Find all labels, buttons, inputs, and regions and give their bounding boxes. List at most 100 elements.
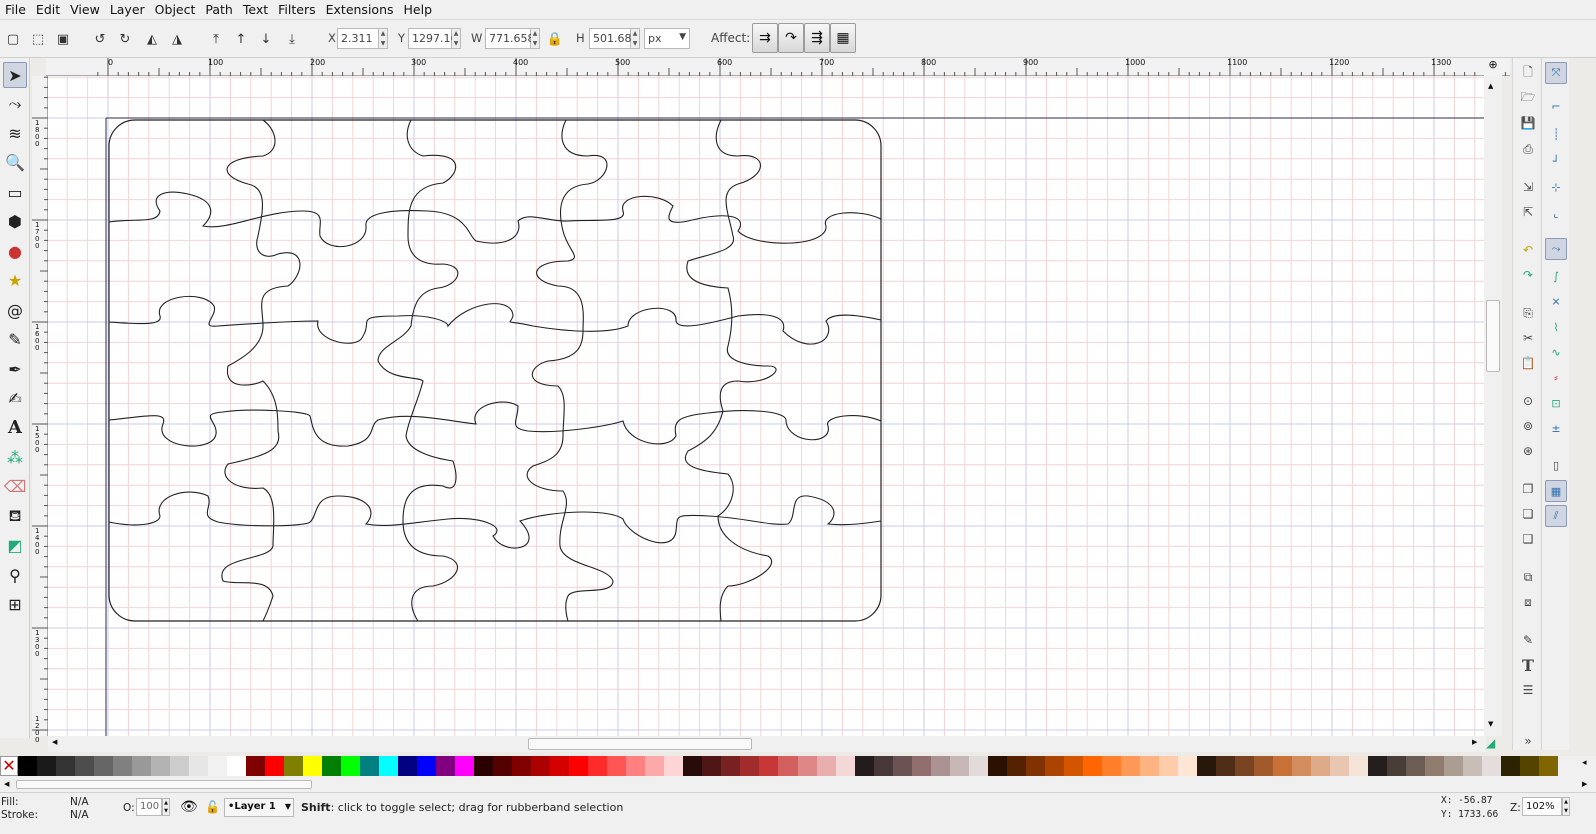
unit-select[interactable]: px ▼ bbox=[644, 28, 690, 49]
snap-guide-icon[interactable]: ⫽ bbox=[1545, 505, 1567, 527]
snap-center-icon[interactable]: ⊡ bbox=[1545, 392, 1567, 414]
export-icon[interactable]: ⇱ bbox=[1517, 201, 1539, 223]
color-swatch[interactable] bbox=[1025, 756, 1046, 776]
menu-layer[interactable]: Layer bbox=[105, 1, 150, 19]
snap-nodes-icon[interactable]: ⤳ bbox=[1545, 238, 1567, 260]
snap-bbox-center-icon[interactable]: ⌞ bbox=[1545, 202, 1567, 224]
color-swatch[interactable] bbox=[170, 756, 190, 776]
puzzle-outline[interactable] bbox=[108, 119, 882, 622]
scroll-up-icon[interactable]: ▲ bbox=[1488, 82, 1493, 90]
color-swatch[interactable] bbox=[417, 756, 437, 776]
snap-grid-icon[interactable]: ▦ bbox=[1545, 480, 1567, 502]
color-swatch[interactable] bbox=[493, 756, 513, 776]
color-swatch[interactable] bbox=[930, 756, 951, 776]
color-swatch[interactable] bbox=[1253, 756, 1274, 776]
affect-gradients-button[interactable]: ⇶ bbox=[804, 23, 830, 53]
lock-icon[interactable]: 🔒 bbox=[544, 29, 566, 49]
affect-patterns-button[interactable]: ▦ bbox=[830, 23, 856, 53]
snap-midpoint-icon[interactable]: ⸗ bbox=[1545, 366, 1567, 388]
3d-box-tool-icon[interactable]: ⬢ bbox=[3, 208, 27, 234]
rotate-ccw-icon[interactable]: ↺ bbox=[89, 29, 111, 49]
duplicate-icon[interactable]: ❐ bbox=[1517, 478, 1539, 500]
color-swatch[interactable] bbox=[588, 756, 608, 776]
menu-path[interactable]: Path bbox=[200, 1, 237, 19]
vertical-scrollbar[interactable]: ▲ ▼ bbox=[1484, 76, 1502, 736]
color-swatch[interactable] bbox=[1120, 756, 1141, 776]
color-swatch[interactable] bbox=[607, 756, 627, 776]
color-swatch[interactable] bbox=[968, 756, 989, 776]
clone-icon[interactable]: ❏ bbox=[1517, 503, 1539, 525]
color-swatch[interactable] bbox=[474, 756, 494, 776]
node-tool-icon[interactable]: ⤳ bbox=[3, 91, 27, 117]
color-swatch[interactable] bbox=[797, 756, 817, 776]
color-swatch[interactable] bbox=[265, 756, 285, 776]
zoom-page-icon[interactable]: ⊛ bbox=[1517, 440, 1539, 462]
color-swatch[interactable] bbox=[569, 756, 589, 776]
scroll-right-icon[interactable]: ▶ bbox=[1472, 738, 1477, 746]
color-swatch[interactable] bbox=[1443, 756, 1464, 776]
select-all-layers-icon[interactable]: ⬚ bbox=[27, 29, 49, 49]
color-swatch[interactable] bbox=[949, 756, 970, 776]
horizontal-scrollbar[interactable]: ◀ ▶ bbox=[48, 736, 1486, 752]
zoom-drawing-icon[interactable]: ⊚ bbox=[1517, 415, 1539, 437]
color-swatch[interactable] bbox=[75, 756, 95, 776]
lower-icon[interactable]: ↓ bbox=[255, 29, 277, 49]
selector-tool-icon[interactable]: ➤ bbox=[3, 62, 27, 88]
import-icon[interactable]: ⇲ bbox=[1517, 176, 1539, 198]
no-paint-swatch-icon[interactable]: ✕ bbox=[0, 756, 18, 776]
color-swatch[interactable] bbox=[1386, 756, 1407, 776]
menu-file[interactable]: File bbox=[0, 1, 31, 19]
color-swatch[interactable] bbox=[208, 756, 228, 776]
color-swatch[interactable] bbox=[1082, 756, 1103, 776]
vertical-scroll-thumb[interactable] bbox=[1486, 300, 1500, 372]
color-swatch[interactable] bbox=[1139, 756, 1160, 776]
color-swatch[interactable] bbox=[303, 756, 323, 776]
menu-edit[interactable]: Edit bbox=[31, 1, 65, 19]
raise-icon[interactable]: ↑ bbox=[230, 29, 252, 49]
more-commands-icon[interactable]: » bbox=[1517, 730, 1539, 752]
snap-path-icon[interactable]: ∫ bbox=[1545, 265, 1567, 287]
color-swatch[interactable] bbox=[1063, 756, 1084, 776]
snap-smooth-icon[interactable]: ∿ bbox=[1545, 341, 1567, 363]
w-field[interactable]: 771.658 bbox=[485, 28, 535, 49]
horizontal-ruler[interactable]: 0 100 200 300 400 500 600 700 800 900 10… bbox=[46, 58, 1510, 76]
dropper-tool-icon[interactable]: ⚲ bbox=[3, 562, 27, 588]
color-swatch[interactable] bbox=[626, 756, 646, 776]
opacity-spinner[interactable]: ▲ ▼ bbox=[162, 798, 170, 816]
color-swatch[interactable] bbox=[455, 756, 475, 776]
snap-bbox-icon[interactable]: ⌐ bbox=[1545, 95, 1567, 117]
color-swatch[interactable] bbox=[132, 756, 152, 776]
redo-icon[interactable]: ↷ bbox=[1517, 264, 1539, 286]
menu-object[interactable]: Object bbox=[150, 1, 201, 19]
snap-rotation-center-icon[interactable]: ± bbox=[1545, 417, 1567, 439]
snap-cusp-icon[interactable]: ⌇ bbox=[1545, 316, 1567, 338]
tweak-tool-icon[interactable]: ≋ bbox=[3, 120, 27, 146]
color-swatch[interactable] bbox=[740, 756, 760, 776]
color-swatch[interactable] bbox=[721, 756, 741, 776]
color-swatch[interactable] bbox=[1234, 756, 1255, 776]
menu-text[interactable]: Text bbox=[238, 1, 273, 19]
text-tool-icon[interactable]: A bbox=[3, 414, 27, 440]
ungroup-icon[interactable]: ⧈ bbox=[1517, 591, 1539, 613]
save-icon[interactable]: 💾 bbox=[1517, 112, 1539, 134]
h-spinner[interactable]: ▲ ▼ bbox=[631, 28, 640, 49]
color-swatch[interactable] bbox=[550, 756, 570, 776]
color-swatch[interactable] bbox=[246, 756, 266, 776]
spiral-tool-icon[interactable]: @ bbox=[3, 297, 27, 323]
palette-menu-icon[interactable]: ◂ bbox=[1582, 758, 1587, 768]
copy-icon[interactable]: ⎘ bbox=[1517, 302, 1539, 324]
vertical-ruler[interactable]: 1800 1700 1600 1500 1400 1300 1200 bbox=[32, 76, 48, 744]
palette-scroll-right-icon[interactable]: ▶ bbox=[1582, 780, 1587, 788]
color-swatch[interactable] bbox=[379, 756, 399, 776]
unlink-clone-icon[interactable]: ❑ bbox=[1517, 528, 1539, 550]
palette-scroll-thumb[interactable] bbox=[16, 780, 312, 789]
snap-bbox-corner-icon[interactable]: ┘ bbox=[1545, 150, 1567, 172]
color-swatch[interactable] bbox=[835, 756, 856, 776]
color-swatch[interactable] bbox=[1329, 756, 1350, 776]
flip-vertical-icon[interactable]: ◮ bbox=[166, 29, 188, 49]
color-swatch[interactable] bbox=[702, 756, 722, 776]
color-swatch[interactable] bbox=[512, 756, 532, 776]
ellipse-tool-icon[interactable]: ● bbox=[3, 238, 27, 264]
new-document-icon[interactable]: 🗋 bbox=[1517, 62, 1539, 84]
group-icon[interactable]: ⧉ bbox=[1517, 566, 1539, 588]
